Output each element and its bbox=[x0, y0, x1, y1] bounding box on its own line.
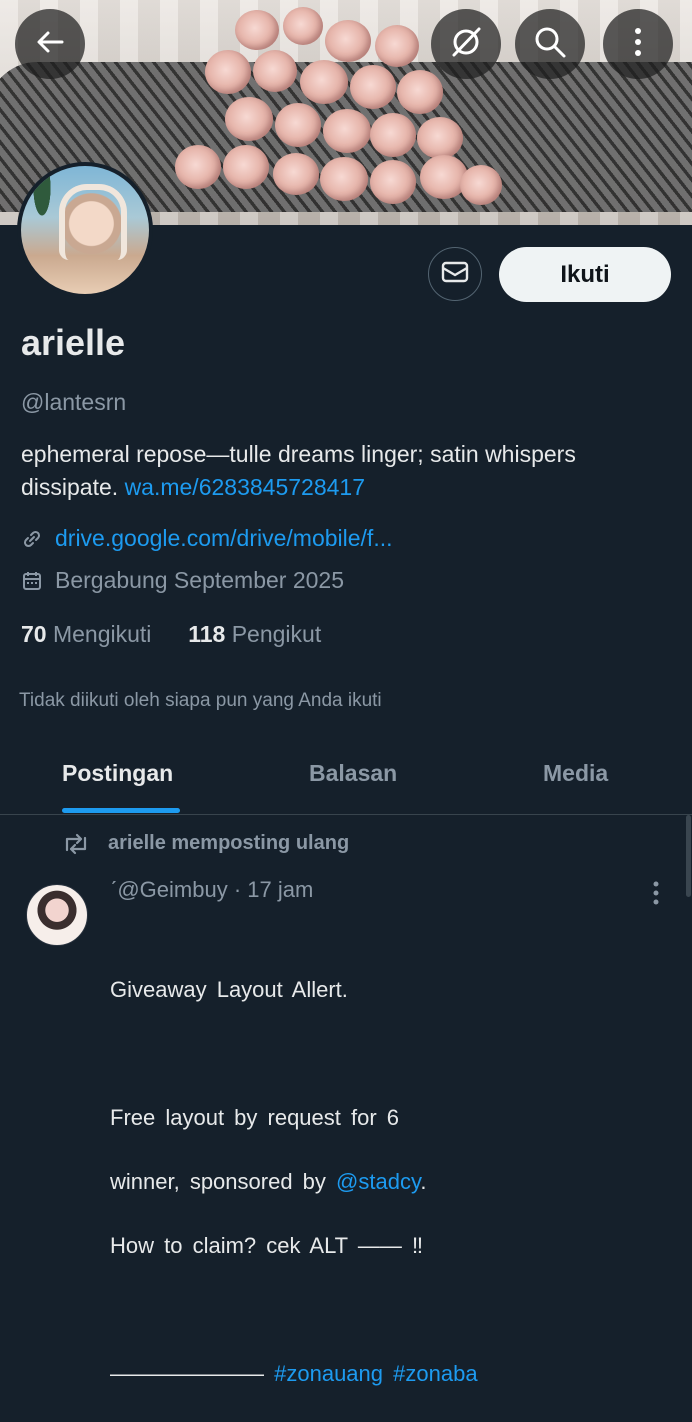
joined-row: Bergabung September 2025 bbox=[21, 567, 344, 594]
tab-posts[interactable]: Postingan bbox=[62, 760, 173, 787]
post-time: · 17 jam bbox=[233, 877, 314, 902]
follow-counts: 70 Mengikuti 118 Pengikut bbox=[21, 621, 321, 648]
followers-count: 118 bbox=[188, 621, 226, 647]
repost-icon bbox=[62, 833, 90, 855]
grok-button[interactable] bbox=[431, 9, 501, 79]
post-text: Giveaway Layout Allert. Free layout by r… bbox=[110, 942, 480, 1422]
link-icon bbox=[21, 528, 43, 550]
back-button[interactable] bbox=[15, 9, 85, 79]
repost-indicator: arielle memposting ulang bbox=[62, 832, 349, 855]
profile-handle: @lantesrn bbox=[21, 389, 127, 415]
message-button[interactable] bbox=[428, 247, 482, 301]
post-header: ˊ@Geimbuy · 17 jam bbox=[110, 877, 313, 903]
back-arrow-icon bbox=[35, 27, 65, 62]
following-link[interactable]: 70 Mengikuti bbox=[21, 621, 158, 647]
more-vertical-icon bbox=[633, 27, 643, 62]
more-button[interactable] bbox=[603, 9, 673, 79]
hashtag-link[interactable]: #zonauang bbox=[274, 1361, 383, 1386]
profile-avatar[interactable] bbox=[17, 162, 153, 298]
joined-date: Bergabung September 2025 bbox=[55, 567, 344, 593]
active-tab-indicator bbox=[62, 808, 180, 813]
scrollbar[interactable] bbox=[686, 815, 691, 897]
mention-link[interactable]: @stadcy bbox=[336, 1169, 420, 1194]
search-button[interactable] bbox=[515, 9, 585, 79]
following-label: Mengikuti bbox=[52, 621, 152, 647]
hashtag-link[interactable]: #zonaba bbox=[393, 1361, 477, 1386]
post-line: Free layout by request for 6 bbox=[110, 1105, 400, 1130]
website-link[interactable]: drive.google.com/drive/mobile/f... bbox=[55, 525, 393, 552]
followers-link[interactable]: 118 Pengikut bbox=[188, 621, 321, 647]
post-line: Giveaway Layout Allert. bbox=[110, 977, 348, 1002]
more-vertical-icon bbox=[644, 881, 668, 912]
post-author-avatar[interactable] bbox=[26, 884, 88, 946]
profile-name: arielle bbox=[21, 322, 126, 363]
mail-icon bbox=[441, 261, 469, 288]
avatar-scarf bbox=[59, 184, 127, 260]
bio-link[interactable]: wa.me/6283845728417 bbox=[125, 474, 365, 500]
not-followed-note: Tidak diikuti oleh siapa pun yang Anda i… bbox=[19, 690, 382, 711]
post-line: winner, sponsored by @stadcy. bbox=[110, 1169, 427, 1194]
calendar-icon bbox=[21, 570, 43, 592]
followers-label: Pengikut bbox=[231, 621, 322, 647]
profile-bio: ephemeral repose—tulle dreams linger; sa… bbox=[21, 438, 671, 504]
following-count: 70 bbox=[21, 621, 47, 647]
grok-icon bbox=[449, 25, 483, 64]
follow-button[interactable]: Ikuti bbox=[499, 247, 671, 302]
search-icon bbox=[533, 25, 567, 64]
tab-media[interactable]: Media bbox=[543, 760, 608, 787]
repost-label: arielle memposting ulang bbox=[108, 832, 350, 854]
post-line: ――――――― #zonauang #zonaba bbox=[110, 1361, 478, 1386]
website-row: drive.google.com/drive/mobile/f... bbox=[21, 525, 393, 552]
tab-replies[interactable]: Balasan bbox=[309, 760, 397, 787]
post-more-button[interactable] bbox=[644, 878, 668, 908]
profile-tabs: Postingan Balasan Media bbox=[0, 740, 692, 815]
post-line: How to claim? cek ALT ―― ‼ bbox=[110, 1233, 423, 1258]
post-author-handle[interactable]: ˊ@Geimbuy bbox=[110, 877, 228, 902]
avatar-palm bbox=[27, 176, 57, 236]
